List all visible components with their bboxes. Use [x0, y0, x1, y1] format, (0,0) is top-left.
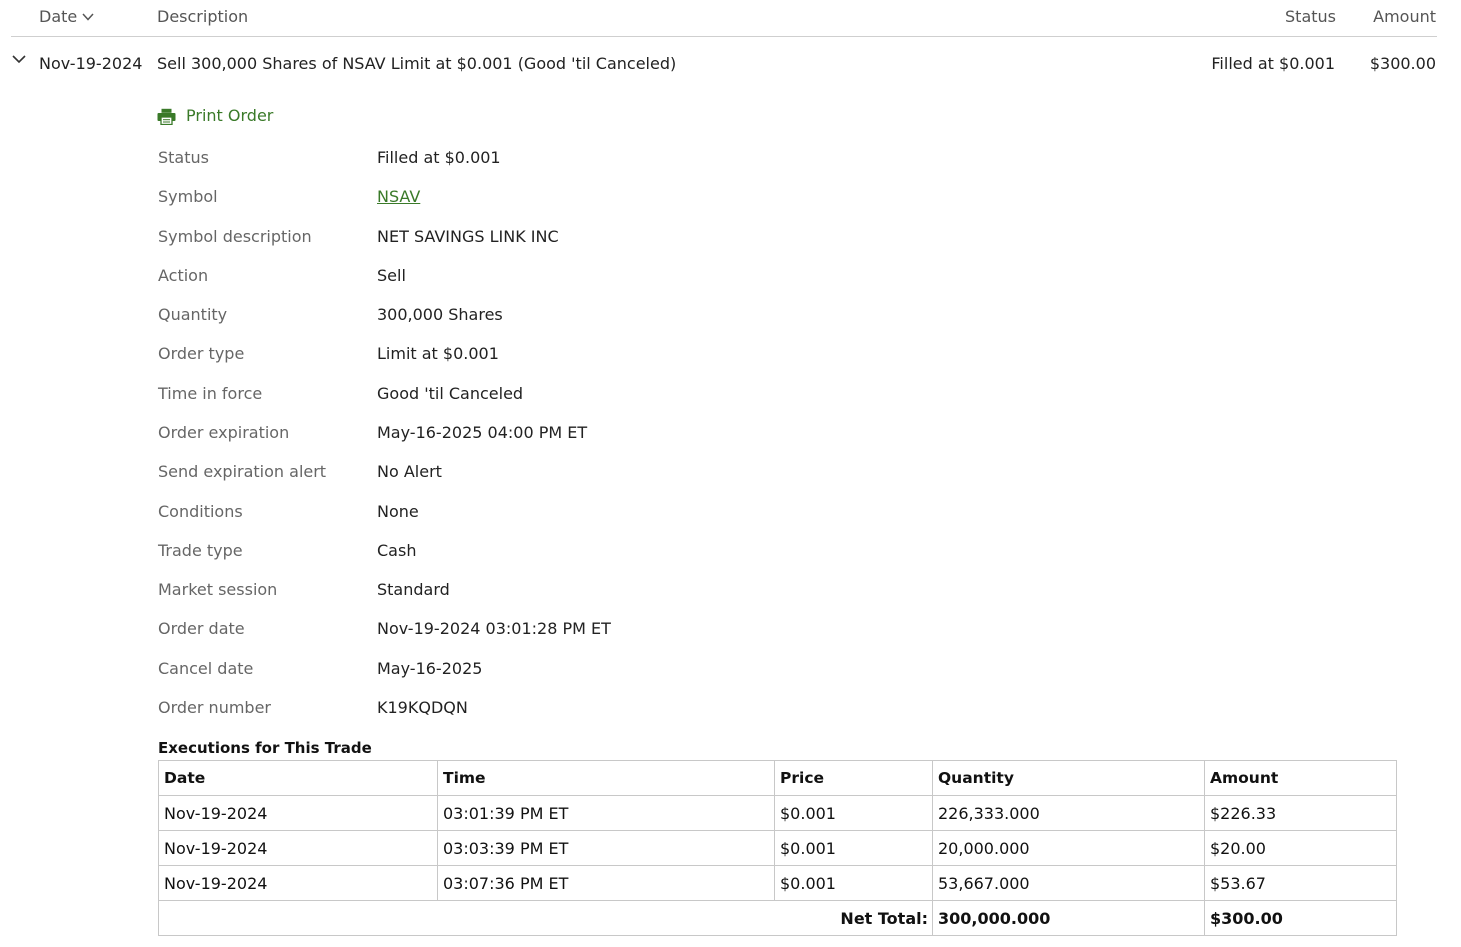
detail-value-order-type: Limit at $0.001	[377, 344, 499, 363]
detail-value-cancel-date: May-16-2025	[377, 659, 483, 678]
order-status: Filled at $0.001	[1211, 54, 1335, 73]
col-header-amount: Amount	[1204, 760, 1397, 796]
cell-date: Nov-19-2024	[158, 865, 438, 901]
order-amount: $300.00	[1369, 54, 1436, 73]
table-row: Nov-19-2024 03:03:39 PM ET $0.001 20,000…	[158, 830, 1397, 866]
cell-time: 03:07:36 PM ET	[437, 865, 775, 901]
detail-value-send-expiration-alert: No Alert	[377, 462, 442, 481]
cell-amount: $20.00	[1204, 830, 1397, 866]
detail-label-trade-type: Trade type	[158, 541, 243, 560]
col-header-time: Time	[437, 760, 775, 796]
detail-label-send-expiration-alert: Send expiration alert	[158, 462, 327, 481]
print-order-label: Print Order	[186, 106, 274, 125]
net-total-amount: $300.00	[1204, 900, 1397, 936]
col-header-date: Date	[158, 760, 438, 796]
cell-time: 03:03:39 PM ET	[437, 830, 775, 866]
detail-label-status: Status	[158, 148, 209, 167]
description-column-header: Description	[157, 7, 249, 26]
cell-price: $0.001	[774, 830, 933, 866]
detail-label-time-in-force: Time in force	[158, 384, 263, 403]
executions-table: Date Time Price Quantity Amount Nov-19-2…	[158, 760, 1397, 936]
cell-time: 03:01:39 PM ET	[437, 795, 775, 831]
executions-header-row: Date Time Price Quantity Amount	[158, 760, 1397, 796]
symbol-link[interactable]: NSAV	[377, 186, 420, 208]
printer-icon	[157, 108, 176, 125]
detail-value-status: Filled at $0.001	[377, 148, 501, 167]
executions-title: Executions for This Trade	[158, 739, 372, 757]
detail-value-order-expiration: May-16-2025 04:00 PM ET	[377, 423, 588, 442]
detail-label-market-session: Market session	[158, 580, 278, 599]
detail-value-order-number: K19KQDQN	[377, 698, 468, 717]
order-date: Nov-19-2024	[39, 54, 143, 73]
cell-date: Nov-19-2024	[158, 795, 438, 831]
col-header-quantity: Quantity	[932, 760, 1205, 796]
net-total-row: Net Total: 300,000.000 $300.00	[158, 900, 1397, 936]
detail-label-symbol-description: Symbol description	[158, 227, 312, 246]
cell-amount: $53.67	[1204, 865, 1397, 901]
cell-price: $0.001	[774, 795, 933, 831]
net-total-label: Net Total:	[158, 900, 933, 936]
detail-label-symbol: Symbol	[158, 187, 218, 206]
order-description: Sell 300,000 Shares of NSAV Limit at $0.…	[157, 54, 677, 73]
detail-value-quantity: 300,000 Shares	[377, 305, 503, 324]
amount-column-header: Amount	[1373, 7, 1436, 26]
net-total-quantity: 300,000.000	[932, 900, 1205, 936]
detail-value-action: Sell	[377, 266, 406, 285]
detail-label-order-type: Order type	[158, 344, 245, 363]
col-header-price: Price	[774, 760, 933, 796]
detail-value-symbol-description: NET SAVINGS LINK INC	[377, 227, 559, 246]
detail-label-order-expiration: Order expiration	[158, 423, 290, 442]
detail-label-order-date: Order date	[158, 619, 245, 638]
detail-label-order-number: Order number	[158, 698, 271, 717]
cell-amount: $226.33	[1204, 795, 1397, 831]
detail-value-order-date: Nov-19-2024 03:01:28 PM ET	[377, 619, 611, 638]
detail-value-market-session: Standard	[377, 580, 450, 599]
header-divider	[11, 36, 1437, 37]
chevron-down-icon	[82, 13, 94, 21]
cell-quantity: 53,667.000	[932, 865, 1205, 901]
cell-quantity: 20,000.000	[932, 830, 1205, 866]
cell-date: Nov-19-2024	[158, 830, 438, 866]
cell-quantity: 226,333.000	[932, 795, 1205, 831]
table-row: Nov-19-2024 03:01:39 PM ET $0.001 226,33…	[158, 795, 1397, 831]
detail-label-quantity: Quantity	[158, 305, 228, 324]
detail-label-conditions: Conditions	[158, 502, 243, 521]
collapse-chevron-icon[interactable]	[10, 50, 28, 68]
cell-price: $0.001	[774, 865, 933, 901]
status-column-header: Status	[1285, 7, 1336, 26]
detail-value-conditions: None	[377, 502, 419, 521]
detail-label-cancel-date: Cancel date	[158, 659, 254, 678]
print-order-button[interactable]: Print Order	[157, 105, 273, 127]
date-header-label: Date	[39, 7, 78, 26]
detail-value-trade-type: Cash	[377, 541, 417, 560]
detail-value-time-in-force: Good 'til Canceled	[377, 384, 524, 403]
table-row: Nov-19-2024 03:07:36 PM ET $0.001 53,667…	[158, 865, 1397, 901]
detail-label-action: Action	[158, 266, 209, 285]
date-column-header[interactable]: Date	[39, 6, 95, 28]
